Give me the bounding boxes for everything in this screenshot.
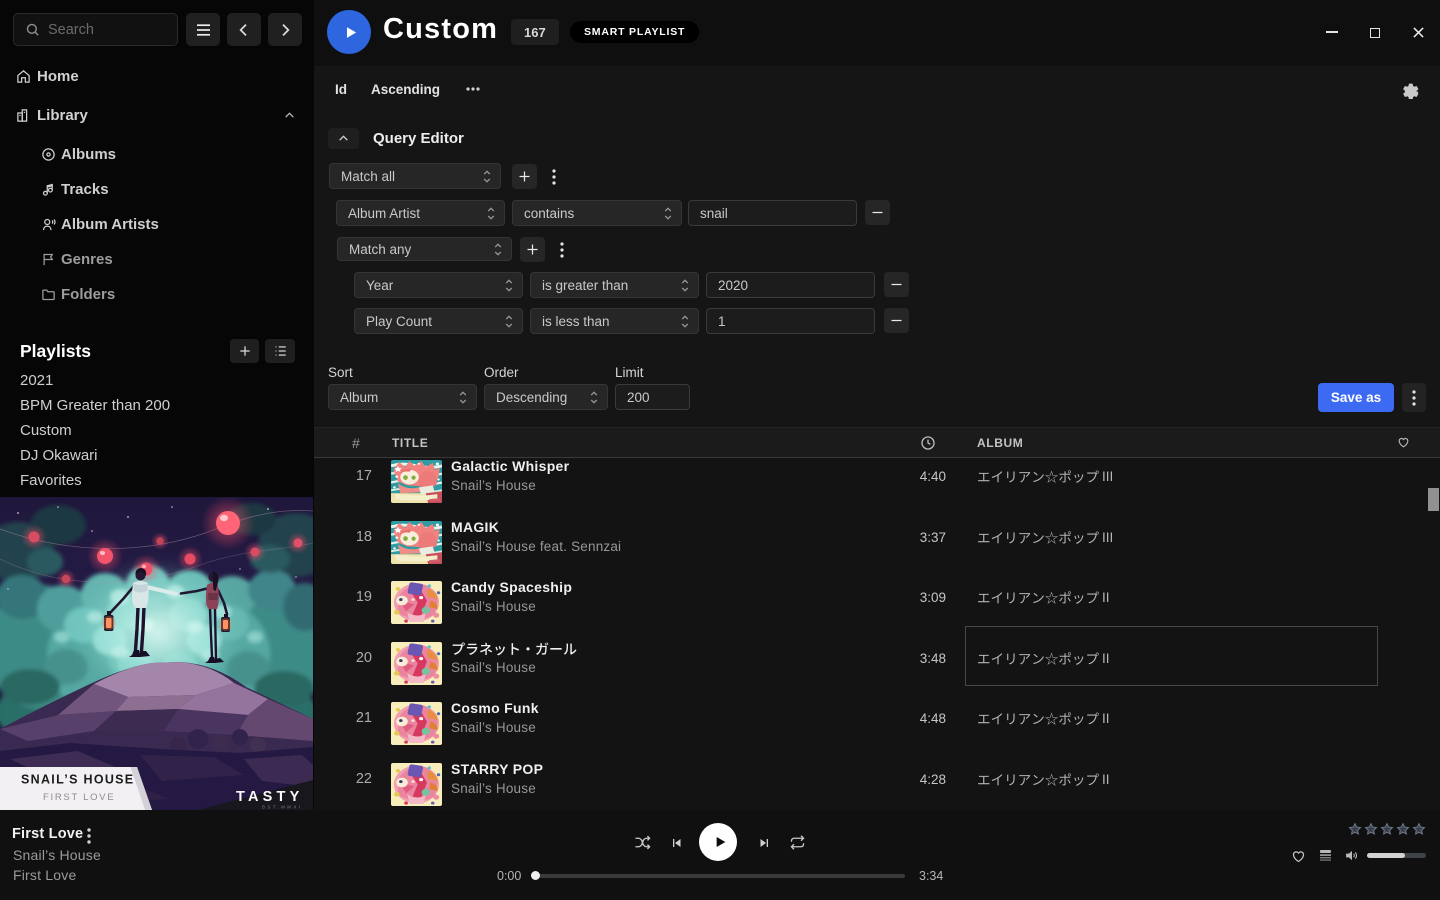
svg-text:FIRST LOVE: FIRST LOVE — [43, 792, 115, 803]
svg-text:BST.MMXI: BST.MMXI — [262, 805, 302, 810]
svg-text:SNAIL’S HOUSE: SNAIL’S HOUSE — [21, 773, 134, 787]
svg-text:TASTY: TASTY — [236, 789, 303, 805]
